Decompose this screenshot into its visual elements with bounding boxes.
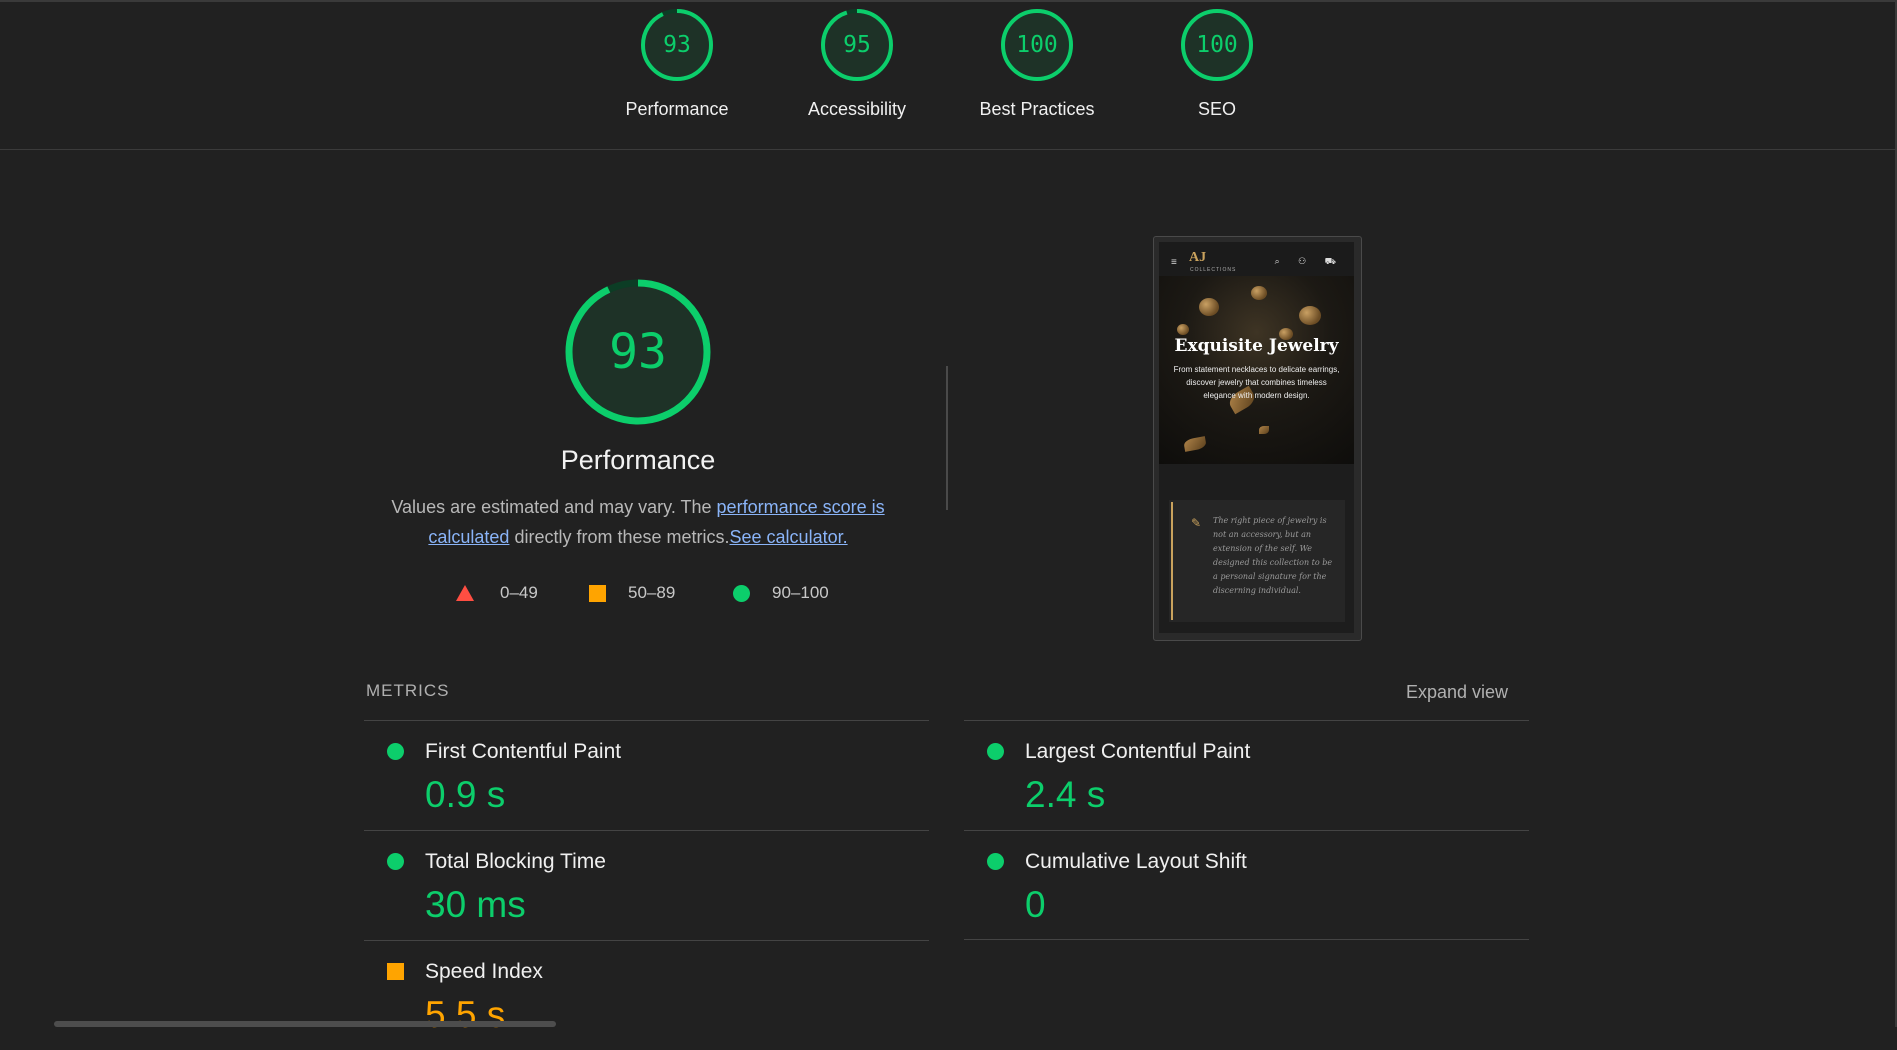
- metric-total-blocking-time: Total Blocking Time 30 ms: [366, 830, 926, 940]
- vertical-divider: [946, 366, 948, 510]
- metric-title: Total Blocking Time: [425, 850, 606, 873]
- fail-triangle-icon: [456, 585, 474, 601]
- metric-value: 2.4 s: [1025, 774, 1106, 815]
- pass-circle-icon: [387, 743, 404, 760]
- metric-title: Largest Contentful Paint: [1025, 740, 1251, 763]
- quote-text: The right piece of jewelry is not an acc…: [1213, 516, 1333, 595]
- legend-average-label: 50–89: [628, 583, 676, 602]
- quote-card: ✎ The right piece of jewelry is not an a…: [1169, 500, 1345, 622]
- metrics-heading: METRICS: [366, 681, 450, 700]
- gauge-label: Best Practices: [979, 99, 1095, 119]
- expand-view-toggle[interactable]: Expand view: [1406, 682, 1508, 703]
- score-summary: 93 Performance 95 Accessibility 100 Best…: [0, 0, 1897, 150]
- metric-title: Cumulative Layout Shift: [1025, 850, 1247, 873]
- performance-description: Values are estimated and may vary. The p…: [378, 492, 898, 552]
- see-calculator-link[interactable]: See calculator.: [730, 527, 848, 547]
- legend-pass-label: 90–100: [772, 583, 829, 602]
- gauge-score: 100: [1196, 32, 1238, 58]
- metric-title: Speed Index: [425, 960, 543, 983]
- site-navbar: ≡ AJ COLLECTIONS ⌕ ⚇ ⛟: [1159, 242, 1354, 276]
- gauge-seo[interactable]: 100 SEO: [1142, 8, 1292, 120]
- gauge-label: Accessibility: [807, 99, 907, 119]
- average-square-icon: [589, 585, 606, 602]
- hero-image: Exquisite Jewelry From statement necklac…: [1159, 276, 1354, 464]
- gauge-label: SEO: [1197, 99, 1236, 119]
- hero-title: Exquisite Jewelry: [1174, 336, 1339, 356]
- metric-speed-index: Speed Index 5.5 s: [366, 940, 926, 1050]
- gauge-score: 100: [1016, 32, 1058, 58]
- quote-accent-bar: [1171, 502, 1173, 620]
- gauge-performance[interactable]: 93 Performance: [602, 8, 752, 120]
- metric-value: 30 ms: [425, 884, 526, 925]
- horizontal-scrollbar[interactable]: [54, 1021, 556, 1027]
- pass-circle-icon: [733, 585, 750, 602]
- average-square-icon: [387, 963, 404, 980]
- site-logo: AJ: [1189, 250, 1207, 265]
- legend-fail-label: 0–49: [500, 583, 538, 602]
- metric-largest-contentful-paint: Largest Contentful Paint 2.4 s: [966, 720, 1526, 830]
- metric-cumulative-layout-shift: Cumulative Layout Shift 0: [966, 830, 1526, 940]
- menu-icon: ≡: [1171, 257, 1177, 268]
- description-text-2: directly from these metrics.: [509, 527, 730, 547]
- pass-circle-icon: [387, 853, 404, 870]
- metric-value: 5.5 s: [425, 994, 506, 1035]
- performance-title: Performance: [560, 445, 716, 475]
- gauge-score: 95: [843, 32, 871, 58]
- nav-icons: ⌕ ⚇ ⛟: [1274, 256, 1344, 266]
- performance-score: 93: [609, 324, 667, 380]
- metric-value: 0.9 s: [425, 774, 506, 815]
- pen-icon: ✎: [1191, 516, 1202, 530]
- final-screenshot-thumbnail[interactable]: ≡ AJ COLLECTIONS ⌕ ⚇ ⛟ Exquisite Jewelry…: [1153, 236, 1362, 641]
- site-logo-subtitle: COLLECTIONS: [1190, 267, 1237, 273]
- pass-circle-icon: [987, 743, 1004, 760]
- screenshot-content: ≡ AJ COLLECTIONS ⌕ ⚇ ⛟ Exquisite Jewelry…: [1159, 242, 1354, 633]
- pass-circle-icon: [987, 853, 1004, 870]
- metric-value: 0: [1025, 884, 1046, 925]
- metric-title: First Contentful Paint: [425, 740, 622, 763]
- performance-gauge-large: 93: [563, 277, 713, 427]
- gauge-best-practices[interactable]: 100 Best Practices: [962, 8, 1112, 120]
- hero-description: From statement necklaces to delicate ear…: [1173, 365, 1340, 400]
- description-text: Values are estimated and may vary. The: [391, 497, 717, 517]
- gauge-score: 93: [663, 32, 691, 58]
- gauge-label: Performance: [625, 99, 729, 119]
- metric-first-contentful-paint: First Contentful Paint 0.9 s: [366, 720, 926, 830]
- gauge-accessibility[interactable]: 95 Accessibility: [782, 8, 932, 120]
- divider: [964, 939, 1529, 940]
